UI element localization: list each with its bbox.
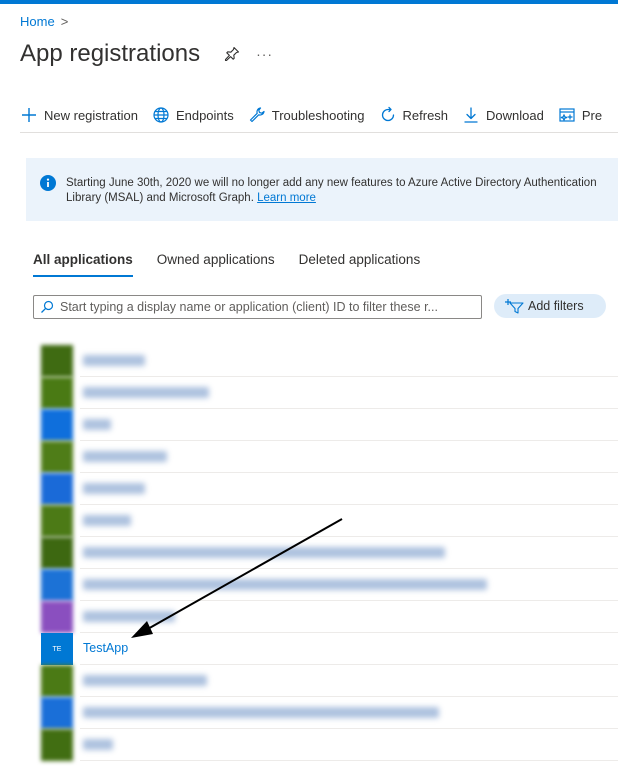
- search-box: [33, 295, 482, 319]
- list-item[interactable]: [0, 377, 618, 409]
- testapp-link[interactable]: TestApp: [83, 641, 128, 655]
- banner-line-1: Starting June 30th, 2020 we will no long…: [66, 177, 597, 189]
- redacted-name: [83, 515, 131, 526]
- preview-features-label: Pre: [581, 107, 603, 123]
- list-item[interactable]: [0, 505, 618, 537]
- plus-icon: [22, 108, 36, 122]
- testapp-avatar: TE: [41, 633, 73, 665]
- download-label: Download: [486, 107, 544, 123]
- redacted-name: [83, 483, 145, 494]
- app-avatar: [41, 409, 73, 441]
- globe-icon: [153, 107, 169, 123]
- redacted-name: [83, 419, 111, 430]
- app-avatar: [41, 377, 73, 409]
- list-item[interactable]: [0, 441, 618, 473]
- preview-icon: [559, 108, 575, 122]
- endpoints-label: Endpoints: [175, 107, 234, 123]
- more-options-button[interactable]: ···: [256, 46, 273, 62]
- list-item[interactable]: [0, 697, 618, 729]
- command-bar-divider: [20, 132, 618, 133]
- download-icon: [464, 107, 478, 123]
- preview-features-button[interactable]: Pre: [558, 106, 602, 124]
- app-avatar: [41, 729, 73, 761]
- new-registration-button[interactable]: New registration: [20, 106, 138, 124]
- top-accent-bar: [0, 0, 618, 4]
- banner-message: Starting June 30th, 2020 we will no long…: [66, 176, 597, 206]
- app-avatar: [41, 569, 73, 601]
- info-icon: [40, 175, 56, 191]
- banner-line-2: Library (MSAL) and Microsoft Graph.: [66, 192, 254, 204]
- list-item[interactable]: [0, 409, 618, 441]
- redacted-name: [83, 611, 175, 622]
- new-registration-label: New registration: [44, 107, 138, 123]
- redacted-name: [83, 451, 167, 462]
- command-bar: New registration Endpoints Troubleshooti…: [20, 100, 618, 130]
- list-item[interactable]: [0, 569, 618, 601]
- refresh-icon: [381, 106, 394, 122]
- tab-owned-applications[interactable]: Owned applications: [157, 252, 275, 277]
- add-filter-icon: [505, 299, 524, 314]
- add-filters-label: Add filters: [528, 299, 584, 313]
- list-item[interactable]: [0, 345, 618, 377]
- search-icon: [41, 300, 54, 313]
- tab-all-applications[interactable]: All applications: [33, 252, 133, 277]
- app-avatar: [41, 537, 73, 569]
- redacted-name: [83, 739, 113, 750]
- add-filters-button[interactable]: Add filters: [494, 294, 606, 318]
- list-item-testapp[interactable]: TE TestApp: [0, 633, 618, 665]
- breadcrumb-separator: >: [60, 14, 69, 29]
- list-item[interactable]: [0, 601, 618, 633]
- list-item[interactable]: [0, 665, 618, 697]
- redacted-name: [83, 387, 209, 398]
- learn-more-link[interactable]: Learn more: [257, 192, 316, 204]
- title-row: App registrations ···: [20, 40, 273, 68]
- app-avatar: [41, 601, 73, 633]
- app-avatar: [41, 665, 73, 697]
- app-avatar: [41, 697, 73, 729]
- redacted-name: [83, 675, 207, 686]
- list-item[interactable]: [0, 473, 618, 505]
- application-list: TE TestApp: [0, 345, 618, 761]
- redacted-name: [83, 707, 439, 718]
- redacted-name: [83, 547, 445, 558]
- app-avatar: [41, 441, 73, 473]
- breadcrumb: Home >: [20, 14, 68, 29]
- page-title: App registrations: [20, 40, 201, 67]
- refresh-button[interactable]: Refresh: [379, 106, 449, 124]
- list-item[interactable]: [0, 537, 618, 569]
- redacted-name: [83, 355, 145, 366]
- wrench-icon: [249, 107, 265, 123]
- app-avatar: [41, 505, 73, 537]
- troubleshooting-button[interactable]: Troubleshooting: [248, 106, 365, 124]
- breadcrumb-home-link[interactable]: Home: [20, 14, 55, 29]
- search-input[interactable]: [60, 300, 470, 314]
- redacted-name: [83, 579, 487, 590]
- refresh-label: Refresh: [402, 107, 449, 123]
- info-banner: Starting June 30th, 2020 we will no long…: [26, 158, 618, 221]
- download-button[interactable]: Download: [462, 106, 544, 124]
- application-tabs: All applications Owned applications Dele…: [33, 252, 420, 277]
- app-avatar: [41, 345, 73, 377]
- endpoints-button[interactable]: Endpoints: [152, 106, 234, 124]
- tab-deleted-applications[interactable]: Deleted applications: [299, 252, 421, 277]
- troubleshooting-label: Troubleshooting: [271, 107, 365, 123]
- app-avatar: [41, 473, 73, 505]
- list-item[interactable]: [0, 729, 618, 761]
- pin-icon[interactable]: [224, 46, 240, 62]
